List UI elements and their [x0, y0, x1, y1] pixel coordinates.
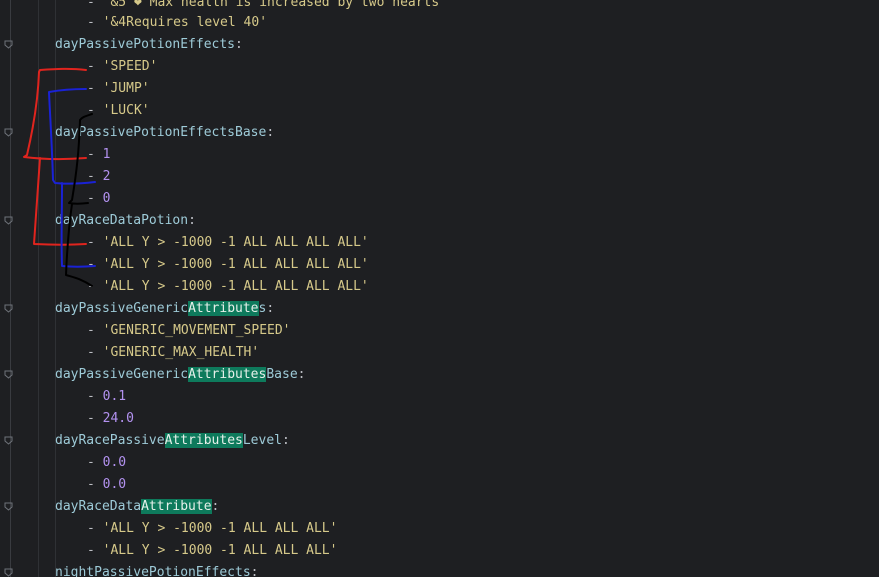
- yaml-key-prefix: dayRacePassive: [55, 433, 165, 448]
- list-dash: -: [87, 15, 95, 30]
- code-line-list-item[interactable]: - 0.0: [87, 474, 126, 496]
- list-dash: -: [87, 169, 95, 184]
- gutter-separator: [10, 0, 11, 577]
- code-line-list-item[interactable]: - 'SPEED': [87, 56, 157, 78]
- number-value: 2: [102, 169, 111, 184]
- yaml-key-prefix: dayPassiveGeneric: [55, 301, 189, 316]
- code-line-key[interactable]: dayPassiveGenericAttributes:: [55, 298, 274, 320]
- code-line-key[interactable]: dayPassivePotionEffects:: [55, 34, 243, 56]
- code-line-key[interactable]: dayPassiveGenericAttributesBase:: [55, 364, 305, 386]
- editor-gutter: [0, 0, 18, 577]
- number-value: 0.0: [102, 477, 127, 492]
- search-highlight: Attribute: [141, 499, 212, 514]
- list-dash: -: [87, 0, 95, 10]
- string-value: 'ALL Y > -1000 -1 ALL ALL ALL': [102, 543, 338, 558]
- code-line-list-item[interactable]: - 2: [87, 166, 110, 188]
- list-dash: -: [87, 59, 95, 74]
- code-line-list-item[interactable]: - 0: [87, 188, 110, 210]
- yaml-key-prefix: dayPassiveGeneric: [55, 367, 189, 382]
- list-dash: -: [87, 257, 95, 272]
- list-dash: -: [87, 389, 95, 404]
- list-dash: -: [87, 279, 95, 294]
- code-line-key[interactable]: nightPassivePotionEffects:: [55, 562, 259, 577]
- yaml-key-suffix: Level: [242, 433, 282, 448]
- fold-chevron-icon[interactable]: [4, 370, 13, 379]
- colon: :: [188, 213, 196, 228]
- string-value: 'GENERIC_MAX_HEALTH': [102, 345, 260, 360]
- list-dash: -: [87, 323, 95, 338]
- fold-chevron-icon[interactable]: [4, 568, 13, 577]
- fold-chevron-icon[interactable]: [4, 502, 13, 511]
- string-value: 'GENERIC_MOVEMENT_SPEED': [102, 323, 291, 338]
- fold-chevron-icon[interactable]: [4, 216, 13, 225]
- colon: :: [266, 301, 275, 316]
- code-line-list-item[interactable]: - 'ALL Y > -1000 -1 ALL ALL ALL ALL': [87, 276, 369, 298]
- colon: :: [282, 433, 290, 448]
- list-dash: -: [87, 147, 95, 162]
- search-highlight: Attributes: [188, 367, 267, 382]
- fold-chevron-icon[interactable]: [4, 304, 13, 313]
- list-dash: -: [87, 521, 95, 536]
- list-dash: -: [87, 477, 95, 492]
- code-line-list-item[interactable]: - 0.1: [87, 386, 126, 408]
- colon: :: [266, 125, 275, 140]
- string-value: 'ALL Y > -1000 -1 ALL ALL ALL ALL': [102, 257, 369, 272]
- number-value: 1: [102, 147, 111, 162]
- code-editor[interactable]: - '&5 ❤ Max health is increased by two h…: [0, 0, 879, 577]
- code-line-key[interactable]: dayRaceDataPotion:: [55, 210, 196, 232]
- yaml-key-suffix: Base: [266, 367, 298, 382]
- code-line-list-item[interactable]: - '&4Requires level 40': [87, 12, 267, 34]
- fold-chevron-icon[interactable]: [4, 436, 13, 445]
- yaml-key: dayRaceDataPotion: [55, 213, 189, 228]
- code-line-list-item[interactable]: - 'ALL Y > -1000 -1 ALL ALL ALL': [87, 518, 337, 540]
- colon: :: [235, 37, 243, 52]
- number-value: 0: [102, 191, 111, 206]
- indent-guide: [38, 0, 39, 577]
- number-value: 0.1: [102, 389, 127, 404]
- search-highlight: Attributes: [164, 433, 243, 448]
- list-dash: -: [87, 411, 95, 426]
- code-line-list-item[interactable]: - 'ALL Y > -1000 -1 ALL ALL ALL': [87, 540, 337, 562]
- number-value: 24.0: [102, 411, 134, 426]
- number-value: 0.0: [102, 455, 127, 470]
- colon: :: [211, 499, 220, 514]
- colon: :: [250, 565, 259, 577]
- code-line-list-item[interactable]: - 1: [87, 144, 110, 166]
- code-line-key[interactable]: dayRaceDataAttribute:: [55, 496, 219, 518]
- list-dash: -: [87, 345, 95, 360]
- list-dash: -: [87, 455, 95, 470]
- yaml-key-prefix: dayRaceData: [55, 499, 142, 514]
- list-dash: -: [87, 103, 95, 118]
- string-value: 'ALL Y > -1000 -1 ALL ALL ALL': [102, 521, 338, 536]
- list-dash: -: [87, 191, 95, 206]
- fold-chevron-icon[interactable]: [4, 128, 13, 137]
- code-line-list-item[interactable]: - 'LUCK': [87, 100, 150, 122]
- list-dash: -: [87, 81, 95, 96]
- search-highlight: Attribute: [188, 301, 259, 316]
- code-line-list-item[interactable]: - 0.0: [87, 452, 126, 474]
- code-line-list-item[interactable]: - 'JUMP': [87, 78, 150, 100]
- yaml-key: dayPassivePotionEffectsBase: [55, 125, 267, 140]
- code-line-key[interactable]: dayPassivePotionEffectsBase:: [55, 122, 274, 144]
- indent-guide: [55, 0, 56, 577]
- string-value: 'LUCK': [102, 103, 150, 118]
- code-line-list-item[interactable]: - 'GENERIC_MOVEMENT_SPEED': [87, 320, 291, 342]
- string-value: 'SPEED': [102, 59, 158, 74]
- fold-chevron-icon[interactable]: [4, 40, 13, 49]
- string-value: '&4Requires level 40': [102, 15, 268, 30]
- string-value: 'ALL Y > -1000 -1 ALL ALL ALL ALL': [102, 235, 369, 250]
- code-line-list-item[interactable]: - 'GENERIC_MAX_HEALTH': [87, 342, 259, 364]
- string-value: '&5 ❤ Max health is increased by two hea…: [102, 0, 440, 10]
- code-line-key[interactable]: dayRacePassiveAttributesLevel:: [55, 430, 290, 452]
- code-line-list-item[interactable]: - 'ALL Y > -1000 -1 ALL ALL ALL ALL': [87, 232, 369, 254]
- string-value: 'JUMP': [102, 81, 150, 96]
- code-line-list-item[interactable]: - 24.0: [87, 408, 134, 430]
- string-value: 'ALL Y > -1000 -1 ALL ALL ALL ALL': [102, 279, 369, 294]
- code-line-list-item[interactable]: - 'ALL Y > -1000 -1 ALL ALL ALL ALL': [87, 254, 369, 276]
- yaml-key: dayPassivePotionEffects: [55, 37, 236, 52]
- list-dash: -: [87, 235, 95, 250]
- colon: :: [297, 367, 306, 382]
- yaml-key: nightPassivePotionEffects: [55, 565, 251, 577]
- list-dash: -: [87, 543, 95, 558]
